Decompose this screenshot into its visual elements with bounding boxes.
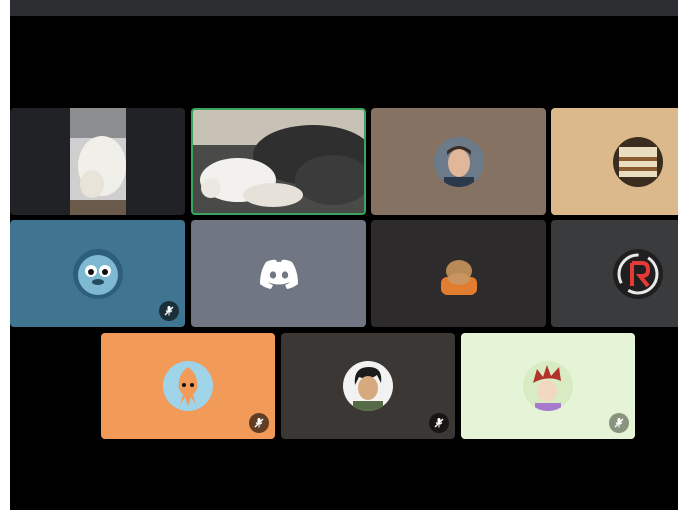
muted-mic-icon (249, 413, 269, 433)
user-avatar (433, 248, 484, 299)
user-avatar (613, 136, 663, 187)
avatar-tile-red-hair[interactable] (461, 333, 635, 439)
muted-mic-icon (429, 413, 449, 433)
video-tile-cat-1[interactable] (10, 108, 185, 215)
cat-video-feed (70, 108, 126, 215)
avatar-tile-anime-character[interactable] (281, 333, 455, 439)
avatar-tile-squid[interactable] (101, 333, 275, 439)
discord-logo-icon (258, 258, 300, 290)
user-avatar (523, 361, 573, 411)
user-avatar (343, 361, 393, 411)
muted-mic-icon (609, 413, 629, 433)
avatar-tile-person[interactable] (371, 108, 546, 215)
avatar-tile-r-logo[interactable] (551, 220, 678, 327)
avatar-tile-cake[interactable] (551, 108, 678, 215)
avatar-tile-potato[interactable] (371, 220, 546, 327)
title-bar (10, 0, 678, 16)
user-avatar (72, 248, 123, 299)
video-tile-cat-2[interactable] (191, 108, 366, 215)
avatar-tile-fluffball[interactable] (10, 220, 185, 327)
cat-video-feed (193, 110, 364, 213)
voice-call-grid (10, 0, 678, 510)
user-avatar (163, 361, 213, 411)
user-avatar (433, 136, 484, 187)
user-avatar (613, 248, 663, 299)
avatar-tile-discord-default[interactable] (191, 220, 366, 327)
muted-mic-icon (159, 301, 179, 321)
